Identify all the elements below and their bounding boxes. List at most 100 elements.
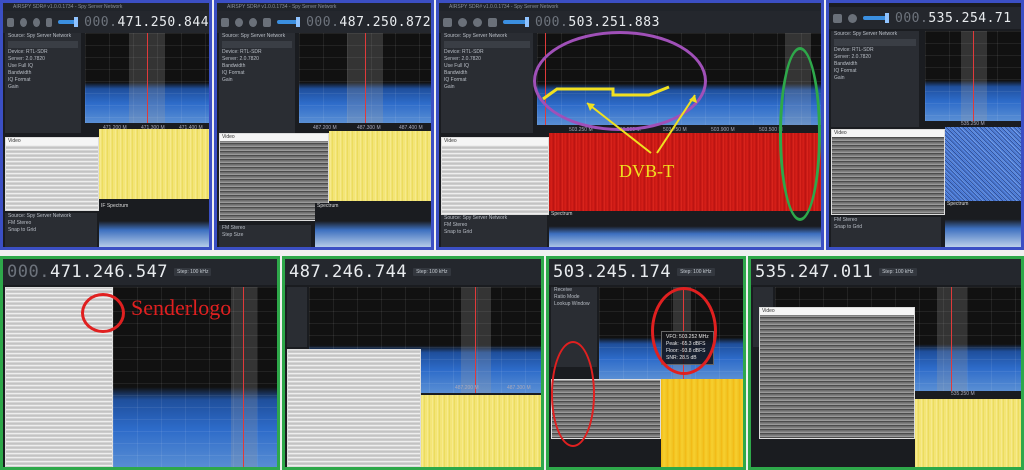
video-window[interactable]: Video: [831, 129, 945, 215]
spectrum-view[interactable]: [85, 33, 209, 123]
bottom-controls: Source: Spy Server Network FM Stereo Sna…: [5, 213, 97, 247]
bottom-controls: FM Stereo Snap to Grid: [831, 217, 941, 247]
spectrum-title: Spectrum: [317, 203, 339, 209]
video-title: Video: [832, 130, 944, 137]
step-select[interactable]: Step: 100 kHz: [879, 268, 917, 276]
frequency-display[interactable]: 535.247.011: [755, 262, 873, 282]
sdr-panel-503-bottom: 503.245.174 Step: 100 kHz Receive Ratio …: [546, 256, 746, 470]
source-label: Source: Spy Server Network: [222, 33, 286, 39]
iq-format-label: IQ Format: [834, 68, 857, 74]
step-size-label: Step Size: [222, 232, 244, 238]
toolbar: 000.535.254.71: [829, 7, 1021, 29]
step-select[interactable]: Step: 100 kHz: [413, 268, 451, 276]
play-icon[interactable]: [235, 17, 243, 27]
vfo-marker[interactable]: [951, 287, 952, 391]
vfo-marker[interactable]: [365, 33, 366, 123]
tooltip-highlight-ellipse: [651, 287, 717, 375]
sidebar: Source: Spy Server Network Device: RTL-S…: [5, 33, 81, 133]
frequency-display[interactable]: 000.471.250.844: [84, 15, 209, 30]
frequency-display[interactable]: 503.245.174: [553, 262, 671, 282]
filter-band[interactable]: [461, 287, 491, 393]
frequency-display[interactable]: 000.487.250.872: [306, 15, 431, 30]
volume-slider[interactable]: [277, 17, 301, 27]
spectrum-title: Spectrum: [947, 201, 969, 207]
gear-icon[interactable]: [32, 17, 40, 27]
video-highlight-ellipse: [551, 341, 595, 447]
filter-band[interactable]: [961, 31, 987, 121]
dvbt-arrows: [542, 85, 697, 154]
gain-label: Gain: [8, 84, 19, 90]
iq-format-label: IQ Format: [8, 77, 31, 83]
vfo-marker[interactable]: [475, 287, 476, 393]
if-spectrum[interactable]: Spectrum: [945, 201, 1021, 247]
toolbar: 535.247.011 Step: 100 kHz: [751, 259, 1021, 285]
fm-stereo-checkbox[interactable]: FM Stereo: [219, 225, 311, 232]
waterfall[interactable]: [421, 395, 541, 467]
dvbt-annotation: DVB-T: [619, 161, 674, 181]
source-select[interactable]: [8, 41, 78, 48]
snap-to-grid-checkbox[interactable]: Snap to Grid: [5, 227, 97, 234]
if-spectrum[interactable]: Spectrum: [315, 203, 431, 247]
play-icon[interactable]: [19, 17, 27, 27]
filter-band[interactable]: [231, 287, 257, 467]
waterfall[interactable]: [915, 399, 1021, 467]
snap-to-grid-checkbox[interactable]: Snap to Grid: [831, 224, 941, 231]
video-window[interactable]: [287, 349, 421, 467]
menu-icon[interactable]: [7, 17, 14, 27]
axis-tick: 487.200 M: [455, 385, 479, 391]
video-window[interactable]: Video: [759, 307, 915, 439]
vfo-marker[interactable]: [147, 33, 148, 123]
video-title: Video: [220, 134, 328, 141]
speaker-icon[interactable]: [45, 17, 53, 27]
video-window[interactable]: Video: [5, 137, 99, 211]
spectrum-view[interactable]: [299, 33, 431, 123]
device-label: Device: RTL-SDR: [222, 49, 262, 55]
waterfall[interactable]: [945, 127, 1021, 201]
video-window[interactable]: Video: [219, 133, 329, 221]
bandwidth-label: Bandwidth: [8, 70, 32, 76]
sdr-panel-487-bottom: 487.246.744 Step: 100 kHz 487.200 M 487.…: [282, 256, 544, 470]
source-select[interactable]: [834, 39, 916, 46]
spectrum-view[interactable]: [925, 31, 1021, 121]
iq-label[interactable]: Use Full IQ: [5, 63, 81, 70]
waterfall[interactable]: [329, 131, 431, 201]
server-label: Server: 2.0.7820: [222, 56, 259, 62]
fm-stereo-checkbox[interactable]: FM Stereo: [831, 217, 941, 224]
source-label: Source: Spy Server Network: [8, 33, 72, 39]
senderlogo-ellipse: [81, 293, 125, 333]
speaker-icon[interactable]: [263, 17, 271, 27]
sdr-panel-471-top: AIRSPY SDR# v1.0.0.1734 - Spy Server Net…: [0, 0, 212, 250]
toolbar: 503.245.174 Step: 100 kHz: [549, 259, 743, 285]
lookup-window-label: Lookup Window: [554, 301, 590, 307]
sidebar: [287, 287, 307, 347]
gear-icon[interactable]: [249, 17, 257, 27]
toolbar: 000.487.250.872: [217, 11, 431, 33]
vfo-marker[interactable]: [243, 287, 244, 467]
gear-icon[interactable]: [848, 13, 857, 23]
frequency-display[interactable]: 487.246.744: [289, 262, 407, 282]
menu-icon[interactable]: [221, 17, 229, 27]
frequency-display[interactable]: 000.535.254.71: [895, 11, 1012, 26]
waterfall[interactable]: [99, 129, 209, 199]
source-label: Source: Spy Server Network: [834, 31, 898, 37]
filter-band[interactable]: [937, 287, 967, 391]
if-spectrum[interactable]: IF Spectrum: [99, 203, 209, 247]
sdr-panel-535-bottom: 535.247.011 Step: 100 kHz 535.250 M Vide…: [748, 256, 1024, 470]
volume-slider[interactable]: [58, 17, 79, 27]
source-select[interactable]: [222, 41, 292, 48]
bandwidth-label: Bandwidth: [834, 61, 858, 67]
bottom-controls: FM Stereo Step Size: [219, 225, 311, 247]
fm-stereo-checkbox[interactable]: FM Stereo: [5, 220, 97, 227]
step-select[interactable]: Step: 100 kHz: [677, 268, 715, 276]
toolbar: 000.471.246.547 Step: 100 kHz: [3, 259, 277, 285]
vfo-marker[interactable]: [973, 31, 974, 121]
bandwidth-label: Bandwidth: [222, 63, 246, 69]
step-select[interactable]: Step: 100 kHz: [174, 268, 212, 276]
frequency-display[interactable]: 000.471.246.547: [7, 262, 168, 282]
waterfall[interactable]: [661, 379, 743, 467]
menu-icon[interactable]: [833, 13, 842, 23]
senderlogo-annotation: Senderlogo: [131, 295, 232, 320]
volume-slider[interactable]: [863, 13, 889, 23]
device-label: Device: RTL-SDR: [834, 47, 874, 53]
axis-tick: 535.250 M: [951, 391, 975, 397]
